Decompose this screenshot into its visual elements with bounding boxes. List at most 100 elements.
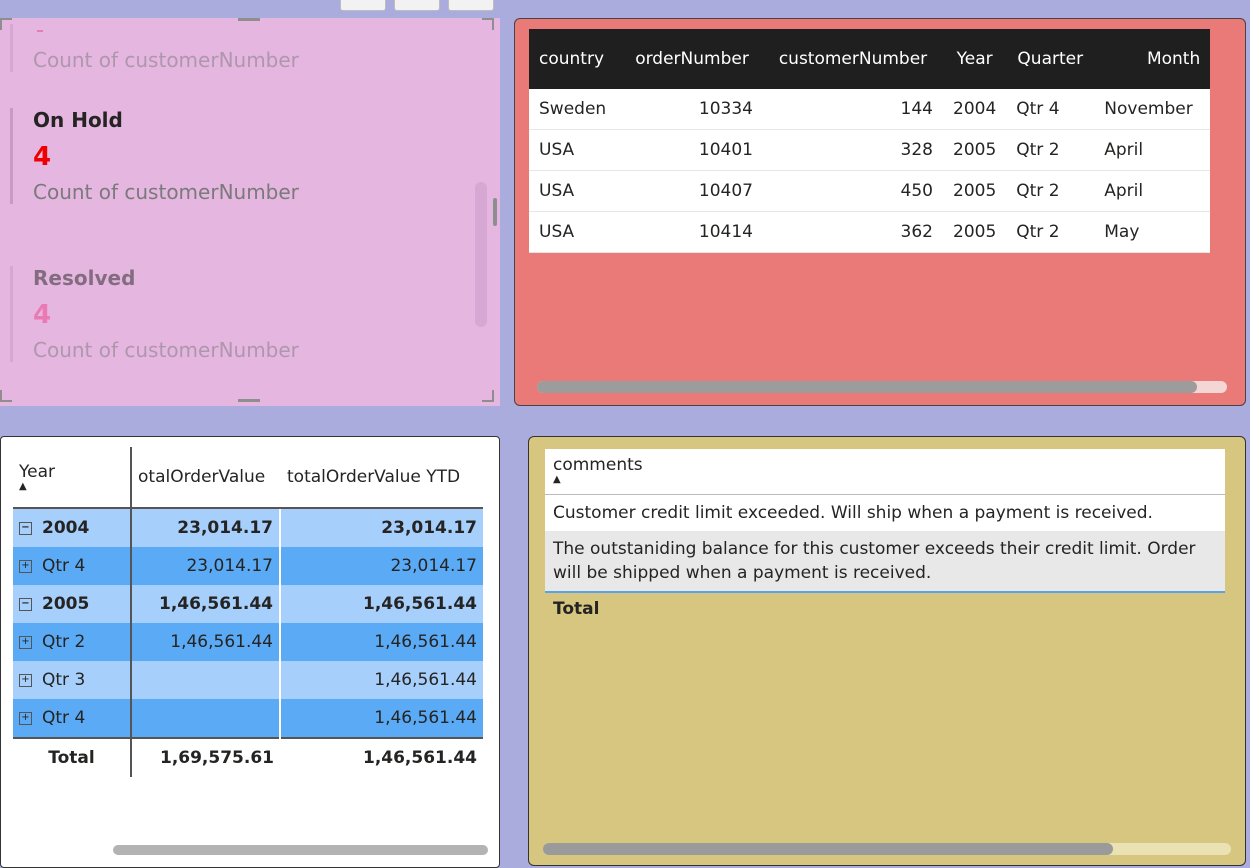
more-options-icon[interactable] (340, 0, 386, 11)
table-row[interactable]: Sweden 10334 144 2004 Qtr 4 November (529, 89, 1211, 130)
collapse-icon[interactable]: − (19, 597, 32, 611)
matrix-row[interactable]: −2004 23,014.17 23,014.17 (13, 508, 483, 547)
resize-handle[interactable] (0, 390, 12, 402)
cell-month: May (1094, 211, 1211, 253)
table-row[interactable]: The outstaniding balance for this custom… (545, 531, 1225, 593)
sort-ascending-icon: ▲ (19, 481, 27, 492)
cell-customer-number: 450 (763, 170, 943, 212)
cell-quarter: Qtr 4 (1006, 89, 1095, 130)
order-value-matrix-visual[interactable]: Year ▲ otalOrderValue totalOrderValue YT… (0, 436, 500, 868)
column-header-total-order-value[interactable]: otalOrderValue (131, 447, 281, 509)
cell-total-order-value: 1,46,561.44 (131, 585, 281, 623)
cell-total-order-value-ytd: 23,014.17 (280, 547, 483, 585)
expand-icon[interactable]: + (19, 635, 32, 649)
cell-total-order-value (131, 699, 281, 738)
cell-year: 2005 (943, 211, 1007, 253)
cell-order-number: 10407 (621, 170, 763, 212)
card-title: Resolved (33, 266, 136, 290)
resize-handle[interactable] (482, 18, 494, 30)
cell-quarter: Qtr 2 (1006, 129, 1095, 171)
table-row[interactable]: USA 10401 328 2005 Qtr 2 April (529, 129, 1211, 171)
cell-total-order-value-ytd: 1,46,561.44 (280, 585, 483, 623)
filter-icon[interactable] (448, 0, 494, 11)
cell-total-order-value: 23,014.17 (131, 547, 281, 585)
column-header-comments[interactable]: comments ▲ (545, 449, 1225, 495)
cell-quarter: Qtr 2 (1006, 211, 1095, 253)
column-header-country[interactable]: country (529, 29, 621, 89)
status-cards-visual[interactable]: Count of customerNumber On Hold 4 Count … (0, 18, 500, 406)
cell-quarter: Qtr 2 (1006, 170, 1095, 212)
cell-month: November (1094, 89, 1211, 130)
cell-total-order-value (131, 661, 281, 699)
matrix-horizontal-scrollbar[interactable] (113, 845, 488, 855)
orders-table-visual[interactable]: country orderNumber customerNumber Year … (514, 18, 1246, 406)
status-card-resolved: Resolved 4 Count of customerNumber (10, 266, 299, 362)
matrix-total-row: Total 1,69,575.61 1,46,561.44 (13, 737, 483, 777)
row-label: Qtr 2 (42, 632, 86, 652)
comments-horizontal-scrollbar[interactable] (543, 843, 1231, 855)
card-value-fragment (37, 30, 43, 32)
column-header-month[interactable]: Month (1094, 29, 1211, 89)
cell-total-order-value-ytd: 23,014.17 (280, 508, 483, 547)
status-card-on-hold: On Hold 4 Count of customerNumber (10, 108, 299, 204)
matrix-row[interactable]: + Qtr 2 1,46,561.44 1,46,561.44 (13, 623, 483, 661)
table-row[interactable]: USA 10414 362 2005 Qtr 2 May (529, 211, 1211, 253)
focus-mode-icon[interactable] (394, 0, 440, 11)
matrix-header-row: Year ▲ otalOrderValue totalOrderValue YT… (13, 447, 483, 509)
total-order-value-ytd: 1,46,561.44 (280, 737, 483, 777)
orders-table: country orderNumber customerNumber Year … (529, 29, 1211, 253)
resize-handle[interactable] (238, 399, 260, 402)
cell-total-order-value-ytd: 1,46,561.44 (280, 661, 483, 699)
card-label: Count of customerNumber (33, 338, 299, 362)
total-label: Total (13, 737, 132, 777)
row-label: Qtr 4 (42, 708, 86, 728)
resize-handle[interactable] (238, 18, 260, 21)
cell-total-order-value: 23,014.17 (131, 508, 281, 547)
table-row[interactable]: USA 10407 450 2005 Qtr 2 April (529, 170, 1211, 212)
card-label: Count of customerNumber (33, 180, 299, 204)
cell-country: USA (529, 211, 621, 253)
expand-icon[interactable]: + (19, 673, 32, 687)
cell-order-number: 10414 (621, 211, 763, 253)
cell-customer-number: 144 (763, 89, 943, 130)
cards-scrollbar[interactable] (475, 182, 487, 327)
expand-icon[interactable]: + (19, 559, 32, 573)
collapse-icon[interactable]: − (19, 521, 32, 535)
cell-year: 2005 (943, 170, 1007, 212)
matrix-row[interactable]: −2005 1,46,561.44 1,46,561.44 (13, 585, 483, 623)
row-label: Qtr 3 (42, 670, 86, 690)
card-label: Count of customerNumber (33, 48, 299, 72)
column-header-label: comments (553, 455, 643, 475)
sort-ascending-icon: ▲ (553, 474, 561, 485)
column-header-year[interactable]: Year (943, 29, 1007, 89)
card-title: On Hold (33, 108, 123, 132)
visual-header-icons (340, 0, 494, 11)
expand-icon[interactable]: + (19, 711, 32, 725)
scrollbar-thumb[interactable] (543, 843, 1113, 855)
comments-table-visual[interactable]: comments ▲ Customer credit limit exceede… (528, 436, 1246, 866)
cell-total-order-value-ytd: 1,46,561.44 (280, 699, 483, 738)
card-value: 4 (33, 300, 52, 330)
table-header-row: country orderNumber customerNumber Year … (529, 29, 1211, 89)
matrix-row[interactable]: + Qtr 4 1,46,561.44 (13, 699, 483, 738)
resize-handle[interactable] (482, 390, 494, 402)
orders-horizontal-scrollbar[interactable] (537, 381, 1227, 393)
scrollbar-thumb[interactable] (537, 381, 1197, 393)
cell-order-number: 10401 (621, 129, 763, 171)
column-header-year[interactable]: Year ▲ (13, 447, 132, 509)
table-row[interactable]: Customer credit limit exceeded. Will shi… (545, 495, 1225, 531)
row-label: 2004 (42, 518, 90, 538)
resize-handle[interactable] (493, 198, 497, 226)
cell-month: April (1094, 170, 1211, 212)
status-card-partial: Count of customerNumber (10, 24, 299, 72)
cell-year: 2005 (943, 129, 1007, 171)
row-label: 2005 (42, 594, 90, 614)
column-header-order-number[interactable]: orderNumber (621, 29, 763, 89)
column-header-quarter[interactable]: Quarter (1006, 29, 1095, 89)
row-label: Qtr 4 (42, 556, 86, 576)
matrix-row[interactable]: + Qtr 4 23,014.17 23,014.17 (13, 547, 483, 585)
column-header-total-order-value-ytd[interactable]: totalOrderValue YTD (280, 447, 483, 509)
column-header-customer-number[interactable]: customerNumber (763, 29, 943, 89)
total-order-value: 1,69,575.61 (131, 737, 280, 777)
matrix-row[interactable]: + Qtr 3 1,46,561.44 (13, 661, 483, 699)
